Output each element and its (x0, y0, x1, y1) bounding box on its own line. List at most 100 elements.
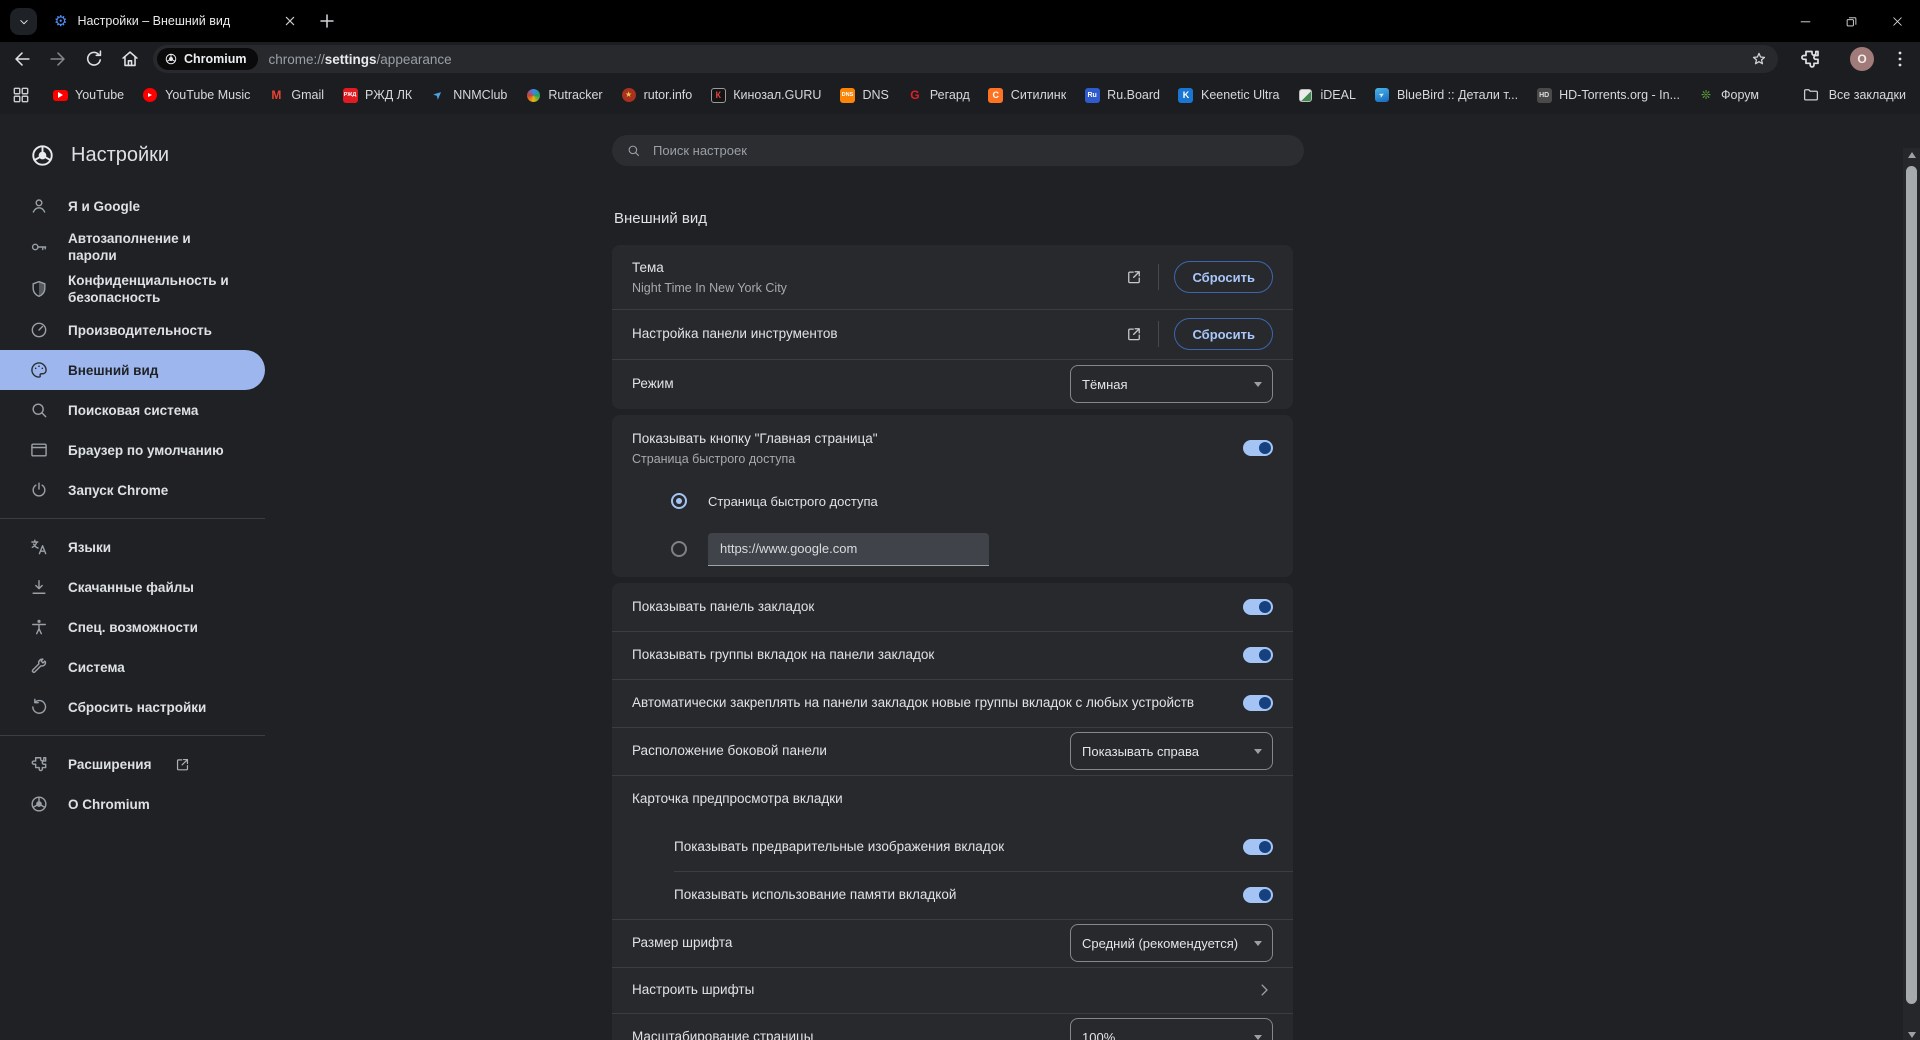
bookmark-item[interactable]: iDEAL (1289, 81, 1365, 109)
reset-button[interactable]: Сбросить (1174, 261, 1273, 293)
new-tab-button[interactable] (316, 10, 338, 32)
sidebar-item-person[interactable]: Я и Google (0, 186, 265, 226)
toggle[interactable] (1243, 887, 1273, 903)
sidebar-item-access[interactable]: Спец. возможности (0, 607, 265, 647)
settings-row: Масштабирование страницы 100% (612, 1013, 1293, 1040)
forward-button[interactable] (47, 48, 69, 70)
dropdown[interactable]: 100% (1070, 1018, 1273, 1040)
translate-icon (29, 537, 49, 557)
toggle[interactable] (1243, 599, 1273, 615)
bookmark-item[interactable]: HDHD-Torrents.org - In... (1527, 81, 1689, 109)
tab-close-icon[interactable] (282, 13, 298, 29)
radio-button[interactable] (671, 541, 687, 557)
bookmark-item[interactable]: ➤NNMClub (421, 81, 516, 109)
external-icon (174, 756, 191, 773)
sidebar-item-power[interactable]: Запуск Chrome (0, 470, 265, 510)
bookmark-item[interactable]: RuRu.Board (1075, 81, 1169, 109)
bookmark-item[interactable]: ❊ Форум (1689, 81, 1768, 109)
bookmark-label: Keenetic Ultra (1201, 88, 1280, 102)
bookmark-label: Кинозал.GURU (733, 88, 821, 102)
scrollbar-thumb[interactable] (1906, 166, 1917, 1004)
sidebar-item-palette[interactable]: Внешний вид (0, 350, 265, 390)
row-title: Размер шрифта (632, 934, 1054, 952)
bookmark-item[interactable]: YouTube (43, 81, 133, 109)
favicon-letter: G (907, 87, 923, 103)
address-bar[interactable]: Chromium chrome://settings/appearance (153, 45, 1778, 73)
sidebar-item-label: Расширения (68, 756, 151, 773)
bookmark-item[interactable]: ККинозал.GURU (701, 81, 830, 109)
sidebar-item-download[interactable]: Скачанные файлы (0, 567, 265, 607)
tab-search-button[interactable] (10, 8, 37, 35)
puzzle-icon (29, 754, 49, 774)
scrollbar-up-arrow[interactable] (1908, 152, 1916, 158)
active-tab[interactable]: ⚙ Настройки – Внешний вид (46, 0, 306, 42)
homepage-url-input[interactable] (708, 533, 989, 566)
toggle-knob (1259, 442, 1271, 454)
sidebar-item-key[interactable]: Автозаполнение и пароли (0, 226, 265, 268)
bookmark-item[interactable]: РЖДРЖД ЛК (333, 81, 421, 109)
back-button[interactable] (11, 48, 33, 70)
sidebar-item-puzzle[interactable]: Расширения (0, 744, 265, 784)
external-icon[interactable] (1125, 268, 1143, 286)
apps-grid-icon[interactable] (11, 85, 31, 105)
dropdown[interactable]: Тёмная (1070, 365, 1273, 403)
avatar[interactable]: O (1850, 47, 1874, 71)
sidebar-item-shield[interactable]: Конфиденциальность и безопасность (0, 268, 265, 310)
bookmark-label: NNMClub (453, 88, 507, 102)
sidebar-item-browser[interactable]: Браузер по умолчанию (0, 430, 265, 470)
scrollbar-down-arrow[interactable] (1908, 1032, 1916, 1038)
bookmark-label: Форум (1721, 88, 1759, 102)
extensions-puzzle-icon[interactable] (1798, 47, 1822, 71)
menu-dots-icon[interactable] (1888, 47, 1912, 71)
settings-search[interactable] (612, 135, 1304, 166)
dropdown[interactable]: Показывать справа (1070, 732, 1273, 770)
bookmark-item[interactable]: Rutracker (516, 81, 611, 109)
settings-row: Расположение боковой панелиПоказывать сп… (612, 727, 1293, 775)
sidebar-divider (0, 518, 265, 519)
site-chip[interactable]: Chromium (157, 48, 258, 70)
restore-icon (1844, 14, 1859, 29)
row-text: Показывать кнопку "Главная страница"Стра… (632, 430, 1243, 467)
sidebar-item-search[interactable]: Поисковая система (0, 390, 265, 430)
bookmark-item[interactable]: ★rutor.info (612, 81, 702, 109)
bookmark-item[interactable]: ➤BlueBird :: Детали т... (1365, 81, 1527, 109)
toggle-knob (1259, 841, 1271, 853)
vertical-divider (1158, 321, 1159, 347)
row-title: Масштабирование страницы (632, 1028, 1054, 1040)
power-icon (29, 480, 49, 500)
toggle[interactable] (1243, 647, 1273, 663)
dropdown[interactable]: Средний (рекомендуется) (1070, 924, 1273, 962)
toggle[interactable] (1243, 440, 1273, 456)
search-input[interactable] (651, 142, 1304, 159)
site-chip-label: Chromium (184, 52, 247, 66)
restore-button[interactable] (1828, 0, 1874, 42)
toggle[interactable] (1243, 839, 1273, 855)
sidebar-item-label: Автозаполнение и пароли (68, 230, 240, 264)
favicon-letter: ❊ (1698, 87, 1714, 103)
row-title: Тема (632, 259, 1109, 277)
sidebar-item-gauge[interactable]: Производительность (0, 310, 265, 350)
home-button[interactable] (119, 48, 141, 70)
all-bookmarks-button[interactable]: Все закладки (1802, 86, 1906, 104)
bookmark-item[interactable]: DNSDNS (830, 81, 897, 109)
bookmark-item[interactable]: GРегард (898, 81, 979, 109)
bookmark-item[interactable]: KKeenetic Ultra (1169, 81, 1289, 109)
sidebar-item-chromium[interactable]: О Chromium (0, 784, 265, 824)
bookmark-label: Ситилинк (1011, 88, 1066, 102)
close-button[interactable] (1874, 0, 1920, 42)
radio-button[interactable] (671, 493, 687, 509)
bookmark-item[interactable]: CСитилинк (979, 81, 1075, 109)
bookmark-item[interactable]: YouTube Music (133, 81, 259, 109)
reload-button[interactable] (83, 48, 105, 70)
sidebar-item-translate[interactable]: Языки (0, 527, 265, 567)
dropdown-value: Средний (рекомендуется) (1082, 936, 1238, 951)
toggle[interactable] (1243, 695, 1273, 711)
bookmark-star-icon[interactable] (1750, 50, 1768, 68)
minimize-button[interactable] (1782, 0, 1828, 42)
bookmark-item[interactable]: MGmail (259, 81, 333, 109)
sidebar-item-reset[interactable]: Сбросить настройки (0, 687, 265, 727)
reset-button[interactable]: Сбросить (1174, 318, 1273, 350)
row-text: Размер шрифта (632, 934, 1070, 952)
sidebar-item-wrench[interactable]: Система (0, 647, 265, 687)
external-icon[interactable] (1125, 325, 1143, 343)
